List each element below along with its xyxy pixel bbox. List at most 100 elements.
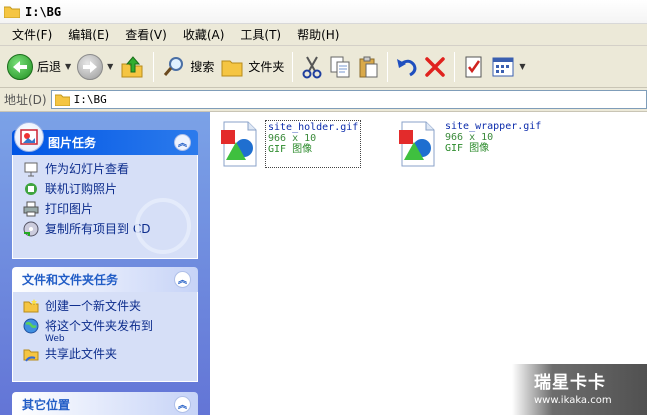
copy-button[interactable] <box>326 53 354 81</box>
order-prints-icon <box>25 183 37 195</box>
picture-watermark-icon <box>135 198 191 254</box>
delete-button[interactable] <box>421 53 449 81</box>
file-dimensions: 966 x 10 <box>445 132 494 143</box>
back-label: 后退 <box>37 60 62 74</box>
file-item[interactable]: site_holder.gif 966 x 10 GIF 图像 <box>218 120 362 168</box>
address-bar: 地址(D) I:\BG <box>0 88 647 112</box>
up-folder-icon <box>121 55 143 77</box>
collapse-icon[interactable]: ︽ <box>174 396 191 413</box>
file-meta: site_wrapper.gif 966 x 10 GIF 图像 <box>443 120 543 168</box>
undo-icon <box>397 58 417 76</box>
task-label: 打印图片 <box>45 202 94 216</box>
file-tasks-header[interactable]: 文件和文件夹任务 ︽ <box>12 267 198 292</box>
task-order-prints[interactable]: 联机订购照片 <box>23 181 197 201</box>
share-folder-icon <box>23 349 39 362</box>
picture-tasks-title: 图片任务 <box>48 136 97 150</box>
file-tasks-panel: 文件和文件夹任务 ︽ 创建一个新文件夹 将这个文件夹发布到 Web 共享此文件夹 <box>12 267 198 382</box>
other-places-panel: 其它位置 ︽ <box>12 392 198 415</box>
picture-tasks-header[interactable]: 图片任务 ︽ <box>12 122 198 155</box>
file-name: site_wrapper.gif <box>445 121 542 132</box>
search-button[interactable]: 搜索 <box>159 50 217 84</box>
task-label: 联机订购照片 <box>45 182 118 196</box>
menu-tools[interactable]: 工具(T) <box>232 26 289 43</box>
forward-button[interactable]: ▼ <box>74 50 116 84</box>
back-arrow-icon <box>7 53 33 80</box>
picture-tasks-body: 作为幻灯片查看 联机订购照片 打印图片 复制所有项目到 CD <box>12 155 198 259</box>
menu-bar: 文件(F) 编辑(E) 查看(V) 收藏(A) 工具(T) 帮助(H) <box>0 24 647 46</box>
file-tasks-body: 创建一个新文件夹 将这个文件夹发布到 Web 共享此文件夹 <box>12 292 198 382</box>
forward-dropdown-icon[interactable]: ▼ <box>107 62 113 71</box>
views-button[interactable]: ▼ <box>488 50 528 84</box>
toolbar-separator <box>153 51 155 82</box>
file-type: GIF 图像 <box>445 143 490 154</box>
back-dropdown-icon[interactable]: ▼ <box>65 62 71 71</box>
window-title: I:\BG <box>25 4 62 19</box>
slideshow-icon <box>24 162 38 177</box>
task-label: 作为幻灯片查看 <box>45 162 130 176</box>
watermark-title: 瑞星卡卡 <box>534 373 606 393</box>
properties-button[interactable] <box>460 53 488 81</box>
views-dropdown-icon[interactable]: ▼ <box>519 62 525 71</box>
address-input[interactable]: I:\BG <box>50 90 647 109</box>
folders-label: 文件夹 <box>248 60 285 74</box>
address-path: I:\BG <box>73 93 107 106</box>
collapse-icon[interactable]: ︽ <box>174 134 191 151</box>
toolbar: 后退 ▼ ▼ 搜索 文件夹 ▼ <box>0 46 647 88</box>
folders-icon <box>221 60 243 76</box>
cut-button[interactable] <box>298 53 326 81</box>
task-label: 创建一个新文件夹 <box>45 299 142 313</box>
gif-image-icon <box>221 121 257 167</box>
search-label: 搜索 <box>190 60 215 74</box>
menu-view[interactable]: 查看(V) <box>117 26 175 43</box>
up-folder-button[interactable] <box>116 50 148 84</box>
properties-icon <box>465 56 482 77</box>
task-label: 共享此文件夹 <box>45 347 118 361</box>
picture-tasks-panel: 图片任务 ︽ 作为幻灯片查看 联机订购照片 打印图片 复制所有项目到 CD <box>12 122 198 259</box>
cd-icon <box>23 221 39 237</box>
delete-x-icon <box>425 56 446 77</box>
back-button[interactable]: 后退 ▼ <box>4 50 74 84</box>
task-publish-web[interactable]: 将这个文件夹发布到 Web <box>23 318 197 346</box>
collapse-icon[interactable]: ︽ <box>174 271 191 288</box>
toolbar-separator <box>292 51 294 82</box>
menu-file[interactable]: 文件(F) <box>4 26 60 43</box>
other-places-header[interactable]: 其它位置 ︽ <box>12 392 198 415</box>
picture-tasks-icon <box>14 122 44 152</box>
task-slideshow[interactable]: 作为幻灯片查看 <box>23 161 197 181</box>
task-pane: 图片任务 ︽ 作为幻灯片查看 联机订购照片 打印图片 复制所有项目到 CD 文件… <box>0 112 210 415</box>
scissors-icon <box>302 56 322 78</box>
task-label: 将这个文件夹发布到 Web <box>45 319 154 344</box>
file-tasks-title: 文件和文件夹任务 <box>22 273 119 287</box>
printer-icon <box>23 201 39 217</box>
watermark-url: www.ikaka.com <box>534 395 612 406</box>
folder-icon <box>4 6 20 18</box>
undo-button[interactable] <box>393 53 421 81</box>
file-meta: site_holder.gif 966 x 10 GIF 图像 <box>265 120 362 168</box>
other-places-title: 其它位置 <box>22 398 71 412</box>
globe-icon <box>23 318 39 334</box>
title-bar: I:\BG <box>0 0 647 24</box>
task-new-folder[interactable]: 创建一个新文件夹 <box>23 298 197 318</box>
forward-arrow-icon <box>77 53 104 80</box>
gif-image-icon <box>399 121 435 167</box>
file-name: site_holder.gif <box>268 122 359 133</box>
toolbar-separator <box>454 51 456 82</box>
file-dimensions: 966 x 10 <box>268 133 317 144</box>
menu-edit[interactable]: 编辑(E) <box>60 26 117 43</box>
menu-help[interactable]: 帮助(H) <box>289 26 347 43</box>
paste-icon <box>359 56 378 77</box>
views-icon <box>492 57 514 76</box>
toolbar-separator <box>387 51 389 82</box>
folders-button[interactable]: 文件夹 <box>217 50 287 84</box>
menu-favorites[interactable]: 收藏(A) <box>175 26 233 43</box>
task-share-folder[interactable]: 共享此文件夹 <box>23 346 197 366</box>
file-item[interactable]: site_wrapper.gif 966 x 10 GIF 图像 <box>396 120 543 168</box>
new-folder-icon <box>23 299 39 313</box>
site-watermark: 瑞星卡卡 www.ikaka.com <box>512 364 647 415</box>
copy-icon <box>330 56 350 77</box>
search-icon <box>164 56 184 76</box>
folder-icon <box>54 94 70 106</box>
paste-button[interactable] <box>354 53 382 81</box>
file-type: GIF 图像 <box>268 144 313 155</box>
address-label: 地址(D) <box>4 93 47 107</box>
